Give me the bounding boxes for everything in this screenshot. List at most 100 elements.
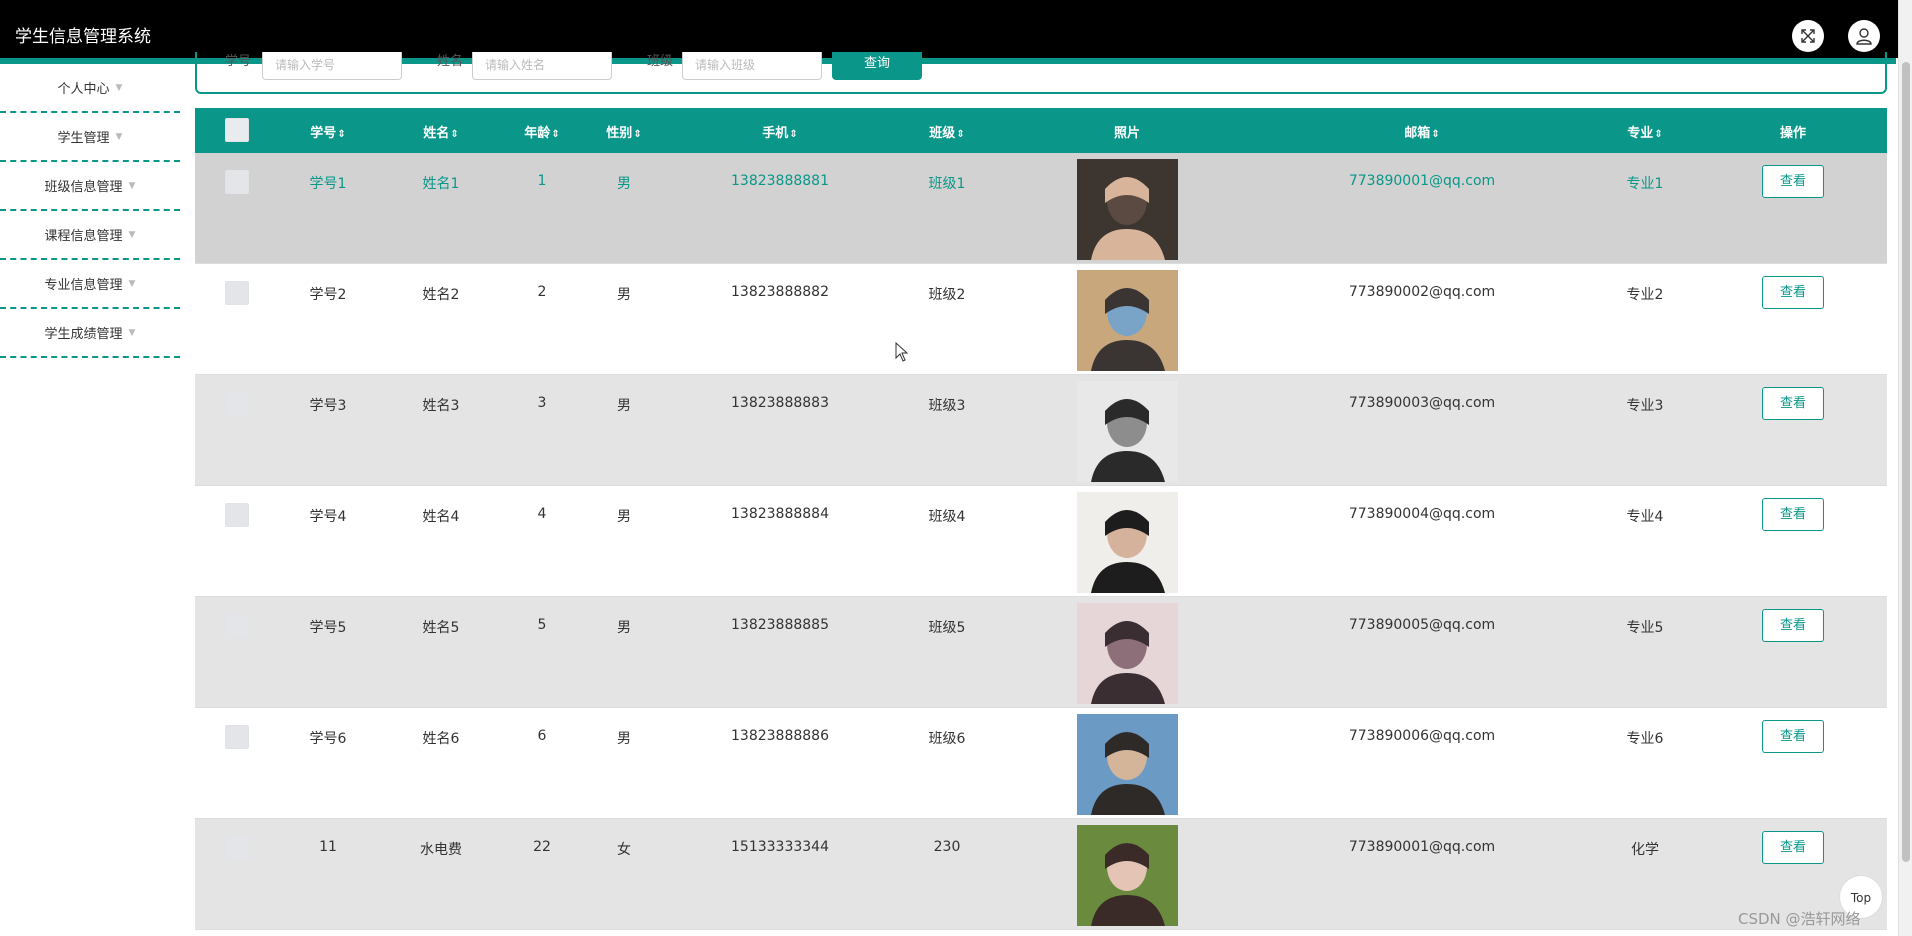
col-header-id[interactable]: 学号⇕	[310, 122, 345, 141]
col-header-age[interactable]: 年龄⇕	[524, 122, 559, 141]
sidebar-item-label: 个人中心	[57, 82, 110, 97]
cell-phone: 13823888883	[731, 395, 829, 411]
table-row[interactable]: 学号2 姓名2 2 男 13823888882 班级2 773890002@qq.com 专业…	[195, 264, 1887, 375]
row-checkbox[interactable]	[225, 614, 249, 638]
col-header-class[interactable]: 班级⇕	[929, 122, 964, 141]
row-checkbox[interactable]	[225, 503, 249, 527]
expand-icon	[1801, 29, 1815, 43]
col-header-major[interactable]: 专业⇕	[1627, 122, 1662, 141]
cell-email: 773890003@qq.com	[1348, 395, 1496, 411]
fullscreen-button[interactable]	[1792, 20, 1824, 52]
sidebar-item-label: 班级信息管理	[44, 180, 123, 195]
cell-id: 学号3	[309, 398, 347, 414]
student-photo[interactable]	[1077, 825, 1178, 926]
view-button[interactable]: 查看	[1762, 720, 1824, 753]
sidebar-item-course-management[interactable]: 课程信息管理 ▼	[0, 211, 180, 260]
cell-name: 姓名2	[422, 287, 460, 303]
view-button[interactable]: 查看	[1762, 276, 1824, 309]
col-header-name[interactable]: 姓名⇕	[423, 122, 458, 141]
cell-age: 1	[537, 173, 547, 189]
watermark: CSDN @浩轩网络	[1738, 910, 1861, 928]
search-button[interactable]: 查询	[832, 52, 922, 80]
cell-age: 2	[537, 284, 547, 300]
view-button[interactable]: 查看	[1762, 498, 1824, 531]
cell-id: 11	[319, 839, 337, 855]
search-input-class[interactable]: 请输入班级	[682, 52, 822, 80]
table-row[interactable]: 学号3 姓名3 3 男 13823888883 班级3 773890003@qq.com 专业…	[195, 375, 1887, 486]
col-header-label: 性别	[606, 126, 633, 141]
cell-name: 姓名6	[422, 731, 460, 747]
sort-icon: ⇕	[1654, 129, 1663, 140]
row-checkbox[interactable]	[225, 725, 249, 749]
app-title: 学生信息管理系统	[15, 27, 151, 47]
cell-id: 学号2	[309, 287, 347, 303]
sidebar-item-label: 学生成绩管理	[44, 327, 123, 342]
view-button[interactable]: 查看	[1762, 609, 1824, 642]
sidebar-item-score-management[interactable]: 学生成绩管理 ▼	[0, 309, 180, 358]
cell-major: 专业4	[1626, 509, 1664, 525]
col-header-label: 专业	[1627, 126, 1654, 141]
student-photo[interactable]	[1077, 270, 1178, 371]
table-row[interactable]: 学号6 姓名6 6 男 13823888886 班级6 773890006@qq.com 专业…	[195, 708, 1887, 819]
student-photo[interactable]	[1077, 381, 1178, 482]
cell-gender: 男	[617, 287, 631, 303]
row-checkbox[interactable]	[225, 281, 249, 305]
cell-email: 773890001@qq.com	[1348, 173, 1496, 189]
col-header-gender[interactable]: 性别⇕	[606, 122, 641, 141]
caret-down-icon: ▼	[128, 327, 136, 338]
col-header-label: 学号	[310, 126, 337, 141]
table-row[interactable]: 学号1 姓名1 1 男 13823888881 班级1 773890001@qq.com 专业…	[195, 153, 1887, 264]
sidebar-item-student-management[interactable]: 学生管理 ▼	[0, 113, 180, 162]
user-menu-button[interactable]	[1848, 20, 1880, 52]
cell-class: 230	[933, 839, 961, 855]
view-button[interactable]: 查看	[1762, 165, 1824, 198]
cell-email: 773890006@qq.com	[1348, 728, 1496, 744]
cell-id: 学号1	[309, 176, 347, 192]
scrollbar-thumb[interactable]	[1902, 62, 1910, 862]
table-row[interactable]: 学号5 姓名5 5 男 13823888885 班级5 773890005@qq.com 专业…	[195, 597, 1887, 708]
table-header: 学号⇕ 姓名⇕ 年龄⇕ 性别⇕ 手机⇕ 班级⇕ 照片 邮箱⇕ 专业⇕ 操作	[195, 108, 1887, 153]
row-checkbox[interactable]	[225, 392, 249, 416]
cell-name: 水电费	[420, 842, 462, 858]
sidebar-item-label: 学生管理	[57, 131, 110, 146]
select-all-checkbox[interactable]	[225, 118, 249, 142]
cell-gender: 男	[617, 176, 631, 192]
cell-phone: 13823888884	[731, 506, 829, 522]
student-photo[interactable]	[1077, 714, 1178, 815]
cell-id: 学号4	[309, 509, 347, 525]
row-checkbox[interactable]	[225, 836, 249, 860]
student-photo[interactable]	[1077, 603, 1178, 704]
cell-gender: 男	[617, 398, 631, 414]
table-row[interactable]: 学号4 姓名4 4 男 13823888884 班级4 773890004@qq.com 专业…	[195, 486, 1887, 597]
col-header-photo: 照片	[1113, 126, 1141, 141]
col-header-email[interactable]: 邮箱⇕	[1404, 122, 1439, 141]
cell-class: 班级2	[928, 287, 966, 303]
caret-down-icon: ▼	[115, 82, 123, 93]
student-photo[interactable]	[1077, 159, 1178, 260]
cell-name: 姓名3	[422, 398, 460, 414]
student-photo[interactable]	[1077, 492, 1178, 593]
top-bar: 学生信息管理系统	[0, 0, 1912, 64]
cell-age: 4	[537, 506, 547, 522]
student-table: 学号⇕ 姓名⇕ 年龄⇕ 性别⇕ 手机⇕ 班级⇕ 照片 邮箱⇕ 专业⇕ 操作 学号…	[195, 108, 1887, 930]
view-button[interactable]: 查看	[1762, 831, 1824, 864]
cell-phone: 13823888882	[731, 284, 829, 300]
search-input-name[interactable]: 请输入姓名	[472, 52, 612, 80]
cell-major: 专业2	[1626, 287, 1664, 303]
view-button[interactable]: 查看	[1762, 387, 1824, 420]
search-label-class: 班级	[647, 54, 674, 69]
col-header-phone[interactable]: 手机⇕	[762, 122, 797, 141]
page-scrollbar[interactable]	[1898, 0, 1912, 936]
table-row[interactable]: 11 水电费 22 女 15133333344 230 773890001@qq.com 化学…	[195, 819, 1887, 930]
sort-icon: ⇕	[789, 129, 798, 140]
mouse-cursor-icon	[895, 341, 909, 366]
sidebar-item-major-management[interactable]: 专业信息管理 ▼	[0, 260, 180, 309]
cell-email: 773890005@qq.com	[1348, 617, 1496, 633]
row-checkbox[interactable]	[225, 170, 249, 194]
cell-major: 化学	[1631, 842, 1659, 858]
cell-phone: 15133333344	[731, 839, 829, 855]
sidebar-item-personal-center[interactable]: 个人中心 ▼	[0, 64, 180, 113]
search-input-id[interactable]: 请输入学号	[262, 52, 402, 80]
sidebar-item-class-management[interactable]: 班级信息管理 ▼	[0, 162, 180, 211]
cell-phone: 13823888885	[731, 617, 829, 633]
